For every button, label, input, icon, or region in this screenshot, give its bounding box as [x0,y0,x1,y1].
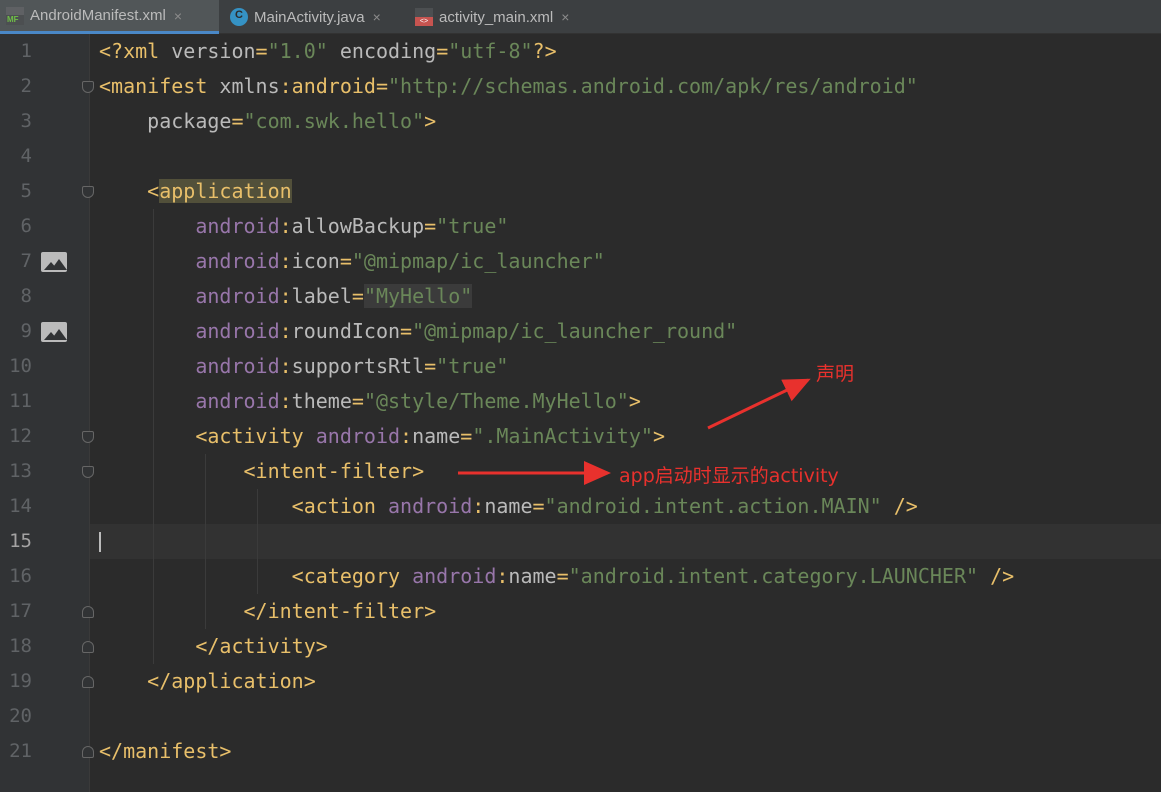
declare-annotation: 声明 [816,363,855,385]
annotation-layer [458,378,811,485]
declare-arrow [707,378,811,430]
launch-activity-annotation: app启动时显示的activity [619,465,839,487]
